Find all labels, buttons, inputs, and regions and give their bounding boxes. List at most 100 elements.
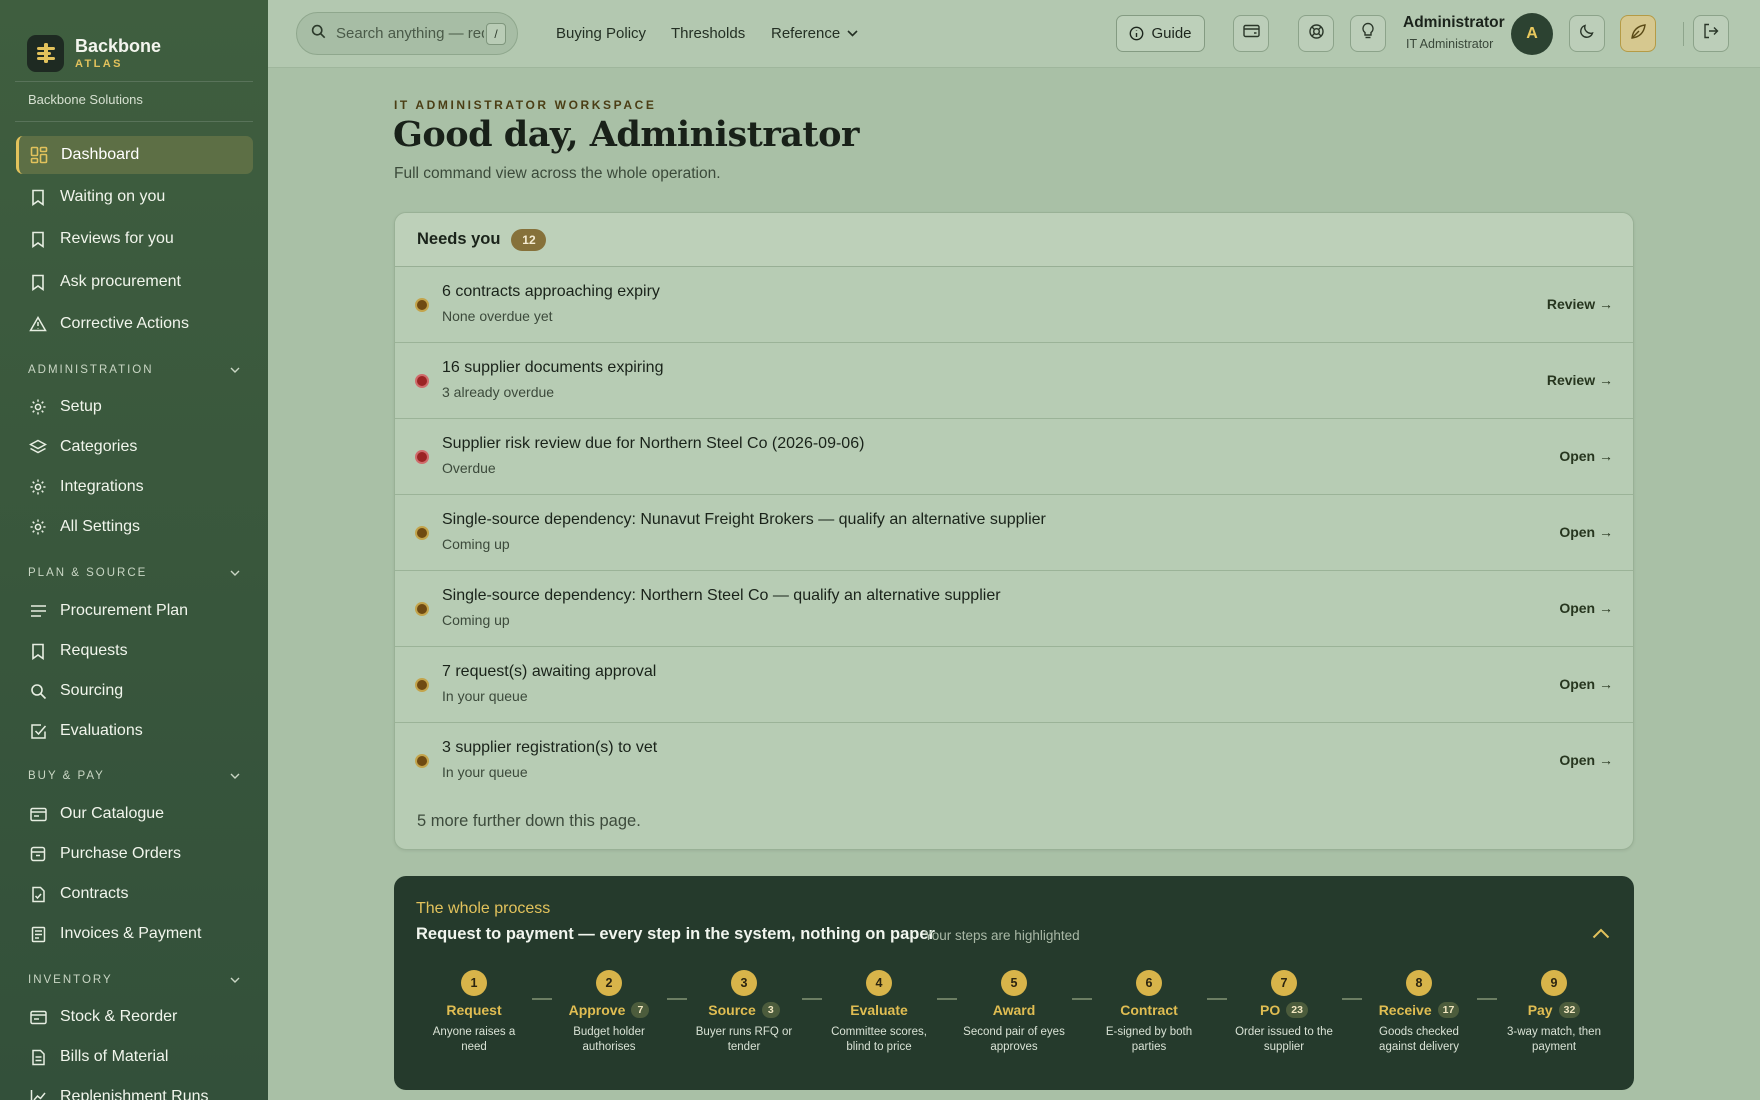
step-number: 4 (866, 970, 892, 996)
step-name: Pay (1527, 1002, 1553, 1018)
sidebar-item-purchase-orders[interactable]: Purchase Orders (16, 835, 253, 873)
process-step-evaluate[interactable]: 4 Evaluate Committee scores, blind to pric… (824, 970, 934, 1055)
step-name-row: Receive 17 (1364, 1002, 1474, 1018)
sidebar-item-label: Integrations (60, 478, 144, 495)
needs-row[interactable]: 16 supplier documents expiring 3 already… (395, 343, 1633, 419)
needs-row[interactable]: 6 contracts approaching expiry None over… (395, 267, 1633, 343)
step-name: Approve (568, 1002, 626, 1018)
sidebar-item-label: Corrective Actions (60, 315, 189, 332)
bookmark-icon (29, 273, 47, 291)
search-input[interactable] (336, 25, 484, 42)
brand[interactable]: Backbone ATLAS (0, 0, 268, 80)
needs-row[interactable]: Supplier risk review due for Northern St… (395, 419, 1633, 495)
gear-icon (29, 398, 47, 416)
process-step-award[interactable]: 5 Award Second pair of eyes approves (959, 970, 1069, 1055)
needs-row-action-link[interactable]: Open → (1559, 752, 1613, 768)
sidebar-item-integrations[interactable]: Integrations (16, 468, 253, 506)
theme-button[interactable] (1620, 15, 1656, 52)
divider (1683, 22, 1684, 46)
sidebar-item-invoices-payment[interactable]: Invoices & Payment (16, 915, 253, 953)
sidebar-item-categories[interactable]: Categories (16, 428, 253, 466)
sidebar-item-sourcing[interactable]: Sourcing (16, 672, 253, 710)
sidebar-item-label: Categories (60, 438, 138, 455)
needs-row[interactable]: Single-source dependency: Nunavut Freigh… (395, 495, 1633, 571)
sidebar-item-all-settings[interactable]: All Settings (16, 508, 253, 546)
sidebar-item-requests[interactable]: Requests (16, 632, 253, 670)
sidebar-item-dashboard[interactable]: Dashboard (16, 136, 253, 174)
avatar[interactable]: A (1511, 13, 1553, 55)
needs-row[interactable]: 7 request(s) awaiting approval In your q… (395, 647, 1633, 723)
needs-row-subtitle: In your queue (442, 764, 528, 780)
section-header-plan-source[interactable]: PLAN & SOURCE (28, 567, 240, 579)
section-header-inventory[interactable]: INVENTORY (28, 974, 240, 986)
guide-label: Guide (1151, 25, 1192, 42)
sidebar-item-stock-reorder[interactable]: Stock & Reorder (16, 998, 253, 1036)
sidebar-item-corrective-actions[interactable]: Corrective Actions (16, 305, 253, 343)
needs-row-title: 7 request(s) awaiting approval (442, 663, 657, 680)
sidebar-item-waiting-on-you[interactable]: Waiting on you (16, 178, 253, 216)
section-header-administration[interactable]: ADMINISTRATION (28, 364, 240, 376)
needs-row-action-link[interactable]: Review → (1547, 296, 1613, 312)
section-title: PLAN & SOURCE (28, 567, 148, 579)
sign-out-button[interactable] (1693, 15, 1729, 52)
process-step-receive[interactable]: 8 Receive 17 Goods checked against delivery (1364, 970, 1474, 1055)
page-subtitle: Full command view across the whole opera… (394, 165, 721, 182)
needs-row[interactable]: Single-source dependency: Northern Steel… (395, 571, 1633, 647)
status-dot (415, 526, 429, 540)
process-step-approve[interactable]: 2 Approve 7 Budget holder authorises (554, 970, 664, 1055)
sidebar-item-ask-procurement[interactable]: Ask procurement (16, 263, 253, 301)
needs-row-action-link[interactable]: Open → (1559, 600, 1613, 616)
process-step-source[interactable]: 3 Source 3 Buyer runs RFQ or tender (689, 970, 799, 1055)
needs-row-action-link[interactable]: Open → (1559, 524, 1613, 540)
step-description: Anyone raises a need (432, 1026, 516, 1053)
help-button[interactable] (1298, 15, 1334, 52)
process-step-po[interactable]: 7 PO 23 Order issued to the supplier (1229, 970, 1339, 1055)
sidebar-item-procurement-plan[interactable]: Procurement Plan (16, 592, 253, 630)
needs-row-action-link[interactable]: Open → (1559, 448, 1613, 464)
process-hint: Your steps are highlighted (924, 928, 1080, 943)
sidebar-item-reviews-for-you[interactable]: Reviews for you (16, 220, 253, 258)
needs-row[interactable]: 3 supplier registration(s) to vet In you… (395, 723, 1633, 799)
user-name: Administrator (1403, 14, 1505, 31)
sidebar-item-bills-of-material[interactable]: Bills of Material (16, 1038, 253, 1076)
step-name: PO (1260, 1002, 1281, 1018)
sidebar-item-replenishment-runs[interactable]: Replenishment Runs (16, 1078, 253, 1100)
step-name: Source (708, 1002, 756, 1018)
bookmark-icon (29, 188, 47, 206)
process-step-contract[interactable]: 6 Contract E-signed by both parties (1094, 970, 1204, 1055)
section-title: BUY & PAY (28, 770, 105, 782)
nav-link-thresholds[interactable]: Thresholds (671, 25, 745, 42)
needs-row-action-link[interactable]: Review → (1547, 372, 1613, 388)
nav-link-reference[interactable]: Reference (771, 25, 858, 42)
needs-row-action-link[interactable]: Open → (1559, 676, 1613, 692)
step-name-row: Evaluate (824, 1002, 934, 1018)
needs-row-title: Single-source dependency: Nunavut Freigh… (442, 511, 1046, 528)
dark-mode-toggle[interactable] (1569, 15, 1605, 52)
tips-button[interactable] (1350, 15, 1386, 52)
dashboard-icon (30, 146, 48, 164)
step-name-row: Source 3 (689, 1002, 799, 1018)
sidebar-item-our-catalogue[interactable]: Our Catalogue (16, 795, 253, 833)
sidebar-item-label: Evaluations (60, 722, 143, 739)
process-eyebrow: The whole process (416, 900, 551, 917)
process-step-pay[interactable]: 9 Pay 32 3-way match, then payment (1499, 970, 1609, 1055)
step-count-badge: 23 (1286, 1002, 1308, 1018)
step-count-badge: 3 (761, 1002, 780, 1018)
wallet-button[interactable] (1233, 15, 1269, 52)
section-header-buy-pay[interactable]: BUY & PAY (28, 770, 240, 782)
sidebar-item-contracts[interactable]: Contracts (16, 875, 253, 913)
status-dot (415, 374, 429, 388)
sidebar-item-evaluations[interactable]: Evaluations (16, 712, 253, 750)
collapse-toggle[interactable] (1592, 926, 1612, 946)
search-box[interactable]: / (296, 12, 518, 55)
chart-icon (29, 1088, 47, 1100)
sidebar-item-setup[interactable]: Setup (16, 388, 253, 426)
process-step-request[interactable]: 1 Request Anyone raises a need (419, 970, 529, 1055)
chevron-down-icon (230, 567, 240, 579)
step-name-row: Request (419, 1002, 529, 1018)
needs-you-card: Needs you 12 6 contracts approaching exp… (394, 212, 1634, 850)
guide-button[interactable]: Guide (1116, 15, 1205, 52)
needs-row-title: 16 supplier documents expiring (442, 359, 664, 376)
step-name-row: Pay 32 (1499, 1002, 1609, 1018)
nav-link-buying-policy[interactable]: Buying Policy (556, 25, 646, 42)
